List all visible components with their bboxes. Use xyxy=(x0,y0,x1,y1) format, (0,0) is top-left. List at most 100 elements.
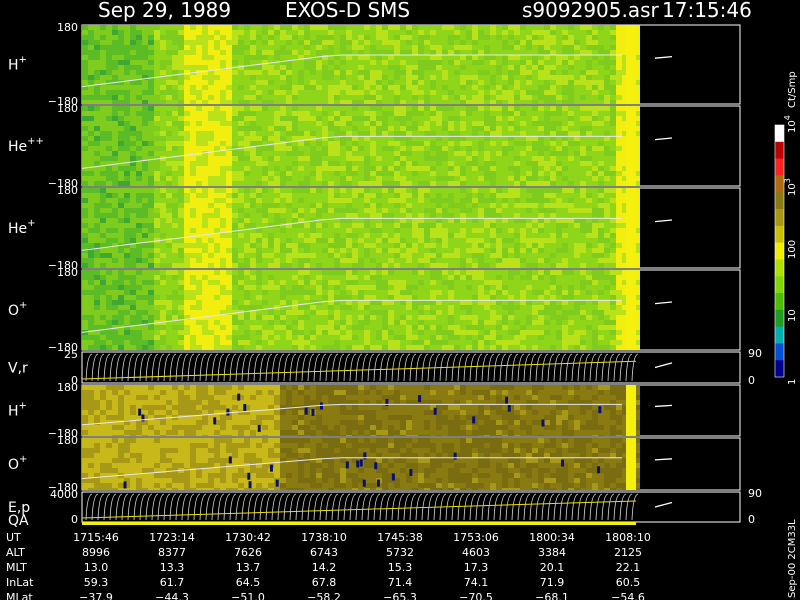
orbit-cell: 13.3 xyxy=(160,561,185,574)
low-count-mark xyxy=(597,466,601,474)
low-count-mark xyxy=(247,472,251,480)
low-count-mark xyxy=(304,407,308,415)
low-count-mark xyxy=(363,452,367,460)
orbit-cell: 1723:14 xyxy=(149,531,195,544)
orbit-cell: 1808:10 xyxy=(605,531,651,544)
panel-6: O+180−180 xyxy=(8,434,741,494)
low-count-mark xyxy=(560,459,564,467)
panel-label: H+ xyxy=(8,55,27,74)
orbit-cell: 74.1 xyxy=(464,576,489,589)
panel-label: H+ xyxy=(8,401,27,420)
orbit-cell: 14.2 xyxy=(312,561,337,574)
colorbar-tick-label: 100 xyxy=(787,240,798,259)
panel-label: O+ xyxy=(8,454,27,473)
orbit-cell: 8377 xyxy=(158,546,186,559)
orbit-cell: 7626 xyxy=(234,546,262,559)
heatmap-cells xyxy=(82,25,640,104)
low-count-mark xyxy=(433,407,437,415)
low-count-mark xyxy=(123,481,127,489)
colorbar-swatch xyxy=(775,125,784,143)
panel-label: O+ xyxy=(8,300,27,319)
low-count-mark xyxy=(345,461,349,469)
orbit-cell: −68.1 xyxy=(535,591,569,600)
low-count-mark xyxy=(376,479,380,487)
orbit-cell: −51.0 xyxy=(231,591,265,600)
edge-band xyxy=(626,438,636,490)
header-time: 17:15:46 xyxy=(662,0,752,22)
low-count-mark xyxy=(598,406,602,414)
y-tick-top: 180 xyxy=(57,102,78,115)
colorbar-swatch xyxy=(775,309,784,328)
y-tick-top: 25 xyxy=(64,348,78,361)
orbit-cell: 1800:34 xyxy=(529,531,575,544)
edge-band xyxy=(626,385,636,436)
colorbar-swatch xyxy=(775,259,784,277)
orbit-cell: 1745:38 xyxy=(377,531,423,544)
orbit-cell: −44.3 xyxy=(155,591,189,600)
y-tick-top: 180 xyxy=(57,184,78,197)
orbit-cell: 61.7 xyxy=(160,576,185,589)
orbit-cell: 22.1 xyxy=(616,561,641,574)
orbit-cell: 6743 xyxy=(310,546,338,559)
orbit-cell: −65.3 xyxy=(383,591,417,600)
low-count-mark xyxy=(374,462,378,470)
colorbar-swatch xyxy=(775,293,784,311)
panel-2: He+180−180 xyxy=(8,184,741,272)
edge-band xyxy=(626,106,636,186)
low-count-mark xyxy=(243,403,247,411)
orbit-cell: 2125 xyxy=(614,546,642,559)
orbit-cell: 8996 xyxy=(82,546,110,559)
low-count-mark xyxy=(311,408,315,416)
low-count-mark xyxy=(141,414,145,422)
right-tick-bottom: 0 xyxy=(748,513,755,526)
edge-band xyxy=(626,25,636,104)
colorbar-swatch xyxy=(775,192,784,210)
orbit-cell: 20.1 xyxy=(540,561,565,574)
panel-label: V,r xyxy=(8,361,28,377)
orbit-table: UT 1715:46 1723:14 1730:42 1738:10 1745:38 175… xyxy=(6,531,651,600)
heatmap-cells xyxy=(82,385,640,436)
low-count-mark xyxy=(269,464,273,472)
panel-3: O+180−180 xyxy=(8,266,741,354)
y-tick-top: 180 xyxy=(57,266,78,279)
y-tick-top: 180 xyxy=(57,21,78,34)
right-tick-bottom: 0 xyxy=(748,374,755,387)
colorbar-tick-label: 104 xyxy=(783,115,798,133)
low-count-mark xyxy=(359,459,363,467)
low-count-mark xyxy=(248,481,252,489)
colorbar-tick-label: 10 xyxy=(787,309,798,322)
colorbar-unit: Ct/Smp xyxy=(787,71,798,108)
orbit-cell: −54.6 xyxy=(611,591,645,600)
low-count-mark xyxy=(418,395,422,403)
orbit-cell: 17.3 xyxy=(464,561,489,574)
orbit-row-label: InLat xyxy=(6,576,34,589)
orbit-cell: 15.3 xyxy=(388,561,413,574)
orbit-cell: 59.3 xyxy=(84,576,109,589)
low-count-mark xyxy=(213,417,217,425)
orbit-cell: 3384 xyxy=(538,546,566,559)
colorbar-swatch xyxy=(775,141,784,160)
colorbar-swatch xyxy=(775,242,784,260)
colorbar-swatch xyxy=(775,225,784,244)
colorbar-swatch xyxy=(775,343,784,361)
orbit-cell: 1730:42 xyxy=(225,531,271,544)
panel-extra-label: QA xyxy=(8,513,29,529)
low-count-mark xyxy=(257,424,261,432)
colorbar-tick-label: 103 xyxy=(783,178,798,196)
low-count-mark xyxy=(228,456,232,464)
low-count-mark xyxy=(138,408,142,416)
orbit-cell: 71.9 xyxy=(540,576,565,589)
panel-5: H+180−180 xyxy=(8,381,741,440)
y-tick-top: 4000 xyxy=(50,488,78,501)
panel-label: He++ xyxy=(8,136,44,155)
orbit-cell: 1753:06 xyxy=(453,531,499,544)
low-count-mark xyxy=(453,452,457,460)
heatmap-cells xyxy=(82,188,640,268)
orbit-cell: 67.8 xyxy=(312,576,337,589)
low-count-mark xyxy=(275,479,279,487)
orbit-cell: 5732 xyxy=(386,546,414,559)
orbit-cell: −37.9 xyxy=(79,591,113,600)
low-count-mark xyxy=(541,419,545,427)
orbit-cell: −58.2 xyxy=(307,591,341,600)
low-count-mark xyxy=(409,468,413,476)
